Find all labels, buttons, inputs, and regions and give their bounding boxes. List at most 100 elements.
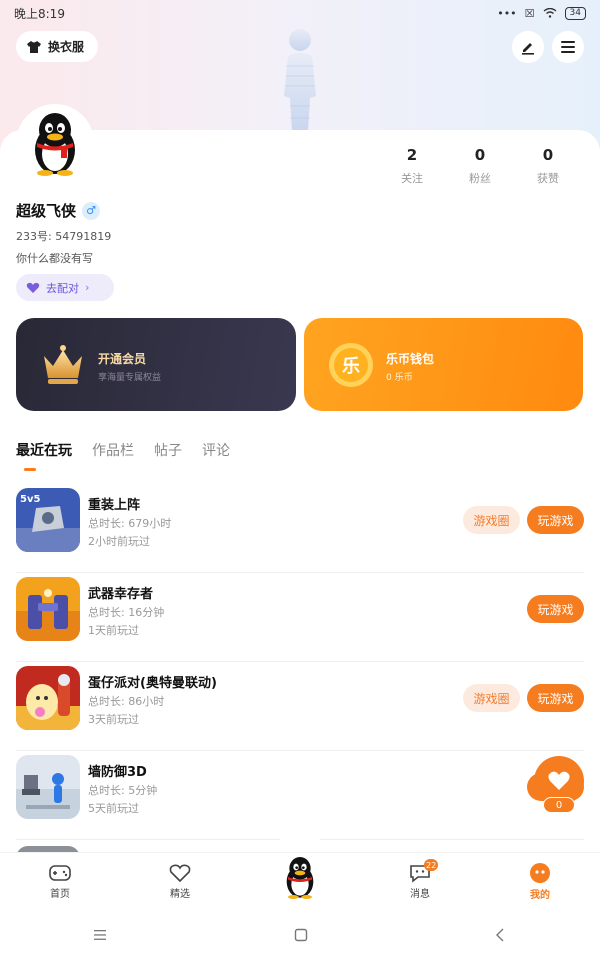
- gamepad-icon: [49, 865, 71, 881]
- nav-messages[interactable]: 22 消息: [360, 853, 480, 910]
- game-total-time: 总时长: 86小时: [88, 695, 165, 708]
- chevron-right-icon: ›: [85, 281, 90, 294]
- game-icon-armored[interactable]: 5v5: [16, 488, 80, 552]
- game-thumbnail: [16, 755, 80, 819]
- shirt-icon: [27, 40, 41, 53]
- coin-icon: 乐: [329, 343, 373, 387]
- avatar-figure-silhouette: [284, 29, 316, 132]
- game-icon-eggy-party[interactable]: [16, 666, 80, 730]
- stat-label: 粉丝: [469, 172, 491, 185]
- play-game-button[interactable]: 玩游戏: [527, 506, 584, 534]
- penguin-avatar-icon: [35, 113, 75, 176]
- recent-apps-icon[interactable]: [93, 929, 107, 941]
- nav-label: 首页: [50, 889, 70, 900]
- wallet-title: 乐币钱包: [386, 352, 435, 366]
- game-item[interactable]: 5v5 重装上阵 总时长: 679小时 2小时前玩过 游戏圈 玩游戏: [0, 484, 600, 573]
- game-last-played: 3天前玩过: [88, 713, 139, 726]
- game-last-played: 2小时前玩过: [88, 535, 150, 548]
- dress-up-button[interactable]: 换衣服: [16, 31, 98, 62]
- tab-works[interactable]: 作品栏: [92, 440, 134, 472]
- vip-title: 开通会员: [98, 352, 147, 366]
- stat-label: 关注: [401, 172, 423, 185]
- male-gender-icon: ♂: [82, 201, 101, 220]
- stat-likes[interactable]: 0 获赞: [514, 146, 582, 186]
- status-time: 晚上8:19: [14, 6, 65, 21]
- home-square-icon[interactable]: [294, 928, 308, 942]
- edit-profile-button[interactable]: [512, 31, 544, 63]
- pen-icon: [522, 43, 534, 55]
- me-face-icon: [530, 863, 550, 883]
- game-circle-button[interactable]: 游戏圈: [463, 506, 520, 534]
- tab-posts[interactable]: 帖子: [154, 440, 182, 472]
- game-title: 重装上阵: [88, 498, 141, 513]
- username: 超级飞侠: [16, 202, 77, 220]
- stat-label: 获赞: [537, 172, 559, 185]
- game-last-played: 5天前玩过: [88, 802, 139, 815]
- wallet-subtitle: 0 乐币: [386, 373, 413, 383]
- game-title: 蛋仔派对(奥特曼联动): [88, 676, 217, 691]
- like-count: 0: [543, 797, 575, 813]
- svg-text:5v5: 5v5: [20, 494, 40, 505]
- stat-following[interactable]: 2 关注: [378, 146, 446, 186]
- game-thumbnail: 5v5: [16, 488, 80, 552]
- heart-outline-icon: [169, 864, 191, 883]
- crown-icon: [44, 345, 82, 384]
- nav-label: 消息: [410, 889, 430, 900]
- vip-subtitle: 享海量专属权益: [98, 373, 162, 383]
- heart-icon: [26, 282, 40, 293]
- tab-comments[interactable]: 评论: [202, 440, 230, 472]
- wallet-card[interactable]: 乐 乐币钱包 0 乐币: [304, 318, 583, 411]
- game-title: 墙防御3D: [88, 765, 147, 780]
- system-navigation-bar: [0, 910, 600, 960]
- nav-home[interactable]: 首页: [0, 853, 120, 910]
- vip-card[interactable]: 开通会员 享海量专属权益: [16, 318, 296, 411]
- status-bar: 晚上8:19 ••• ☒ 34: [0, 0, 600, 26]
- user-bio: 你什么都没有写: [16, 252, 93, 265]
- sim-icon: ☒: [524, 6, 535, 20]
- nav-center-penguin[interactable]: [240, 853, 360, 910]
- name-row: 超级飞侠 ♂: [16, 200, 101, 221]
- wifi-icon: [543, 8, 556, 18]
- game-item[interactable]: 武器幸存者 总时长: 16分钟 1天前玩过 玩游戏: [0, 573, 600, 662]
- stat-value: 0: [542, 146, 554, 164]
- penguin-icon: [286, 856, 314, 899]
- coin-char: 乐: [342, 356, 360, 377]
- messages-badge: 22: [424, 859, 439, 871]
- nav-me[interactable]: 我的: [480, 853, 600, 910]
- game-thumbnail: [16, 666, 80, 730]
- nav-label: 我的: [530, 890, 550, 901]
- nav-featured[interactable]: 精选: [120, 853, 240, 910]
- dress-up-label: 换衣服: [48, 40, 85, 54]
- match-button[interactable]: 去配对 ›: [16, 274, 114, 301]
- status-dots: •••: [497, 6, 517, 20]
- back-chevron-icon[interactable]: [495, 928, 507, 942]
- nav-label: 精选: [170, 889, 190, 900]
- game-title: 武器幸存者: [88, 587, 154, 602]
- menu-icon: [561, 41, 575, 53]
- match-label: 去配对: [46, 281, 79, 295]
- battery-indicator: 34: [564, 6, 586, 20]
- menu-button[interactable]: [552, 31, 584, 63]
- stat-fans[interactable]: 0 粉丝: [446, 146, 514, 186]
- user-id: 233号: 54791819: [16, 230, 112, 243]
- game-circle-button[interactable]: 游戏圈: [463, 684, 520, 712]
- game-last-played: 1天前玩过: [88, 624, 139, 637]
- game-item[interactable]: 墙防御3D 总时长: 5分钟 5天前玩过 玩游戏: [0, 751, 600, 840]
- profile-tabs: 最近在玩 作品栏 帖子 评论: [16, 440, 230, 472]
- game-total-time: 总时长: 16分钟: [88, 606, 165, 619]
- play-game-button[interactable]: 玩游戏: [527, 595, 584, 623]
- bottom-navigation: 首页 精选 22 消息 我的: [0, 852, 600, 910]
- avatar[interactable]: [16, 104, 94, 182]
- game-total-time: 总时长: 5分钟: [88, 784, 158, 797]
- game-icon-weapon-survivor[interactable]: [16, 577, 80, 641]
- game-icon-wall-defense[interactable]: [16, 755, 80, 819]
- active-tab-indicator: [24, 468, 36, 471]
- game-item[interactable]: 蛋仔派对(奥特曼联动) 总时长: 86小时 3天前玩过 游戏圈 玩游戏: [0, 662, 600, 751]
- stat-value: 2: [406, 146, 418, 164]
- game-total-time: 总时长: 679小时: [88, 517, 172, 530]
- heart-icon: [548, 771, 570, 790]
- profile-stats: 2 关注 0 粉丝 0 获赞: [378, 146, 582, 186]
- stat-value: 0: [474, 146, 486, 164]
- play-game-button[interactable]: 玩游戏: [527, 684, 584, 712]
- game-thumbnail: [16, 577, 80, 641]
